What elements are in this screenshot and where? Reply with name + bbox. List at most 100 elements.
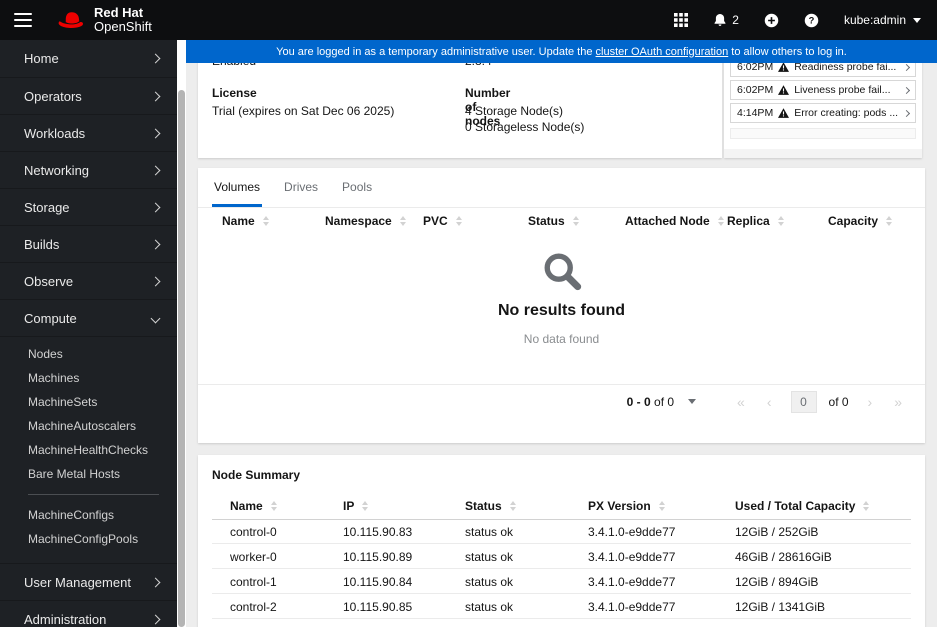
subnav-label: MachineAutoscalers [28, 419, 137, 433]
sidebar-item-machinehealthchecks[interactable]: MachineHealthChecks [0, 438, 177, 462]
column-header-ip[interactable]: IP [343, 499, 369, 513]
chevron-right-icon [150, 614, 161, 624]
column-header-status[interactable]: Status [528, 214, 579, 228]
app-launcher-icon[interactable] [674, 13, 689, 27]
svg-text:?: ? [809, 15, 815, 25]
sidebar-item-machineconfigpools[interactable]: MachineConfigPools [0, 527, 177, 551]
user-menu[interactable]: kube:admin [844, 13, 921, 27]
cell-capacity: 12GiB / 894GiB [735, 575, 819, 589]
column-header-attached-node[interactable]: Attached Node [625, 214, 724, 228]
alert-time: 4:14PM [737, 107, 774, 119]
sidebar-item-compute[interactable]: Compute [0, 299, 177, 336]
sidebar-item-machineconfigs[interactable]: MachineConfigs [0, 503, 177, 527]
cell-ip: 10.115.90.85 [343, 600, 413, 614]
sidebar-item-workloads[interactable]: Workloads [0, 114, 177, 151]
table-row: control-2 10.115.90.85 status ok 3.4.1.0… [198, 594, 925, 619]
column-header-status[interactable]: Status [465, 499, 516, 513]
sidebar-item-storage[interactable]: Storage [0, 188, 177, 225]
last-page-button[interactable]: » [887, 394, 909, 410]
sort-icon [658, 501, 665, 511]
column-header-name[interactable]: Name [230, 499, 277, 513]
subnav-label: MachineSets [28, 395, 98, 409]
column-header-namespace[interactable]: Namespace [325, 214, 406, 228]
column-label: Replica [727, 214, 770, 228]
empty-state: No results found No data found [198, 248, 925, 346]
sort-icon [886, 216, 893, 226]
redhat-openshift-logo[interactable]: Red Hat OpenShift [56, 6, 152, 33]
sidebar-scrollbar[interactable] [177, 40, 186, 627]
sidebar-item-networking[interactable]: Networking [0, 151, 177, 188]
help-icon[interactable]: ? [804, 13, 819, 28]
alert-row[interactable]: 6:02PM Liveness probe fail... [730, 80, 916, 100]
cell-status: status ok [465, 550, 514, 564]
sort-icon [777, 216, 784, 226]
column-header-pvc[interactable]: PVC [423, 214, 462, 228]
chevron-right-icon [150, 202, 161, 212]
masthead: Red Hat OpenShift 2 ? kube:admin [0, 0, 937, 40]
sidebar-item-administration[interactable]: Administration [0, 600, 177, 627]
pagination-range-of: of 0 [654, 394, 675, 409]
warning-triangle-icon [778, 108, 790, 118]
sort-icon [717, 216, 724, 226]
tab-pools[interactable]: Pools [340, 180, 374, 207]
pagination-page-of: of 0 [828, 394, 849, 409]
per-page-dropdown-icon[interactable] [688, 399, 697, 404]
hamburger-menu-icon[interactable] [14, 13, 32, 27]
cell-name: control-1 [230, 575, 277, 589]
next-page-button[interactable]: › [861, 394, 880, 410]
sort-icon [509, 501, 516, 511]
sidebar-item-bare-metal-hosts[interactable]: Bare Metal Hosts [0, 462, 177, 486]
sort-icon [262, 216, 269, 226]
sidebar-item-machinesets[interactable]: MachineSets [0, 390, 177, 414]
sidebar-item-operators[interactable]: Operators [0, 77, 177, 114]
sidebar-item-observe[interactable]: Observe [0, 262, 177, 299]
alert-row[interactable]: 4:14PM Error creating: pods ... [730, 103, 916, 123]
main-content: You are logged in as a temporary adminis… [186, 40, 937, 627]
tab-drives[interactable]: Drives [282, 180, 320, 207]
sort-icon [455, 216, 462, 226]
column-label: Namespace [325, 214, 392, 228]
banner-text-before: You are logged in as a temporary adminis… [276, 45, 596, 58]
sidebar-item-label: Administration [24, 611, 107, 627]
cell-status: status ok [465, 600, 514, 614]
sidebar-item-nodes[interactable]: Nodes [0, 342, 177, 366]
alert-message: Error creating: pods ... [794, 107, 899, 119]
column-header-used-total-capacity[interactable]: Used / Total Capacity [735, 499, 870, 513]
empty-state-title: No results found [497, 302, 626, 319]
cell-px-version: 3.4.1.0-e9dde77 [588, 525, 676, 539]
chevron-right-icon [902, 86, 911, 94]
tab-volumes[interactable]: Volumes [212, 180, 263, 207]
current-page-input[interactable] [790, 390, 817, 413]
sidebar-item-machineautoscalers[interactable]: MachineAutoscalers [0, 414, 177, 438]
sidebar-item-builds[interactable]: Builds [0, 225, 177, 262]
previous-page-button[interactable]: ‹ [760, 394, 779, 410]
column-header-capacity[interactable]: Capacity [828, 214, 893, 228]
chevron-right-icon [902, 109, 911, 117]
first-page-button[interactable]: « [730, 394, 752, 410]
chevron-down-icon [913, 17, 921, 23]
chevron-right-icon [150, 276, 161, 286]
sidebar-item-user-management[interactable]: User Management [0, 563, 177, 600]
banner-text-after: to allow others to log in. [728, 45, 847, 58]
column-label: IP [343, 499, 355, 513]
redhat-fedora-icon [56, 10, 86, 31]
column-label: Attached Node [625, 214, 710, 228]
cell-px-version: 3.4.1.0-e9dde77 [588, 600, 676, 614]
sidebar-item-machines[interactable]: Machines [0, 366, 177, 390]
column-header-name[interactable]: Name [222, 214, 269, 228]
column-header-px-version[interactable]: PX Version [588, 499, 665, 513]
column-header-replica[interactable]: Replica [727, 214, 784, 228]
oauth-configuration-link[interactable]: cluster OAuth configuration [596, 46, 729, 58]
cell-capacity: 12GiB / 252GiB [735, 525, 819, 539]
column-label: PVC [423, 214, 448, 228]
cell-name: control-2 [230, 600, 277, 614]
add-plus-icon[interactable] [764, 13, 779, 28]
notifications-bell-icon[interactable]: 2 [713, 13, 739, 27]
sidebar-item-home[interactable]: Home [0, 40, 177, 77]
scrollbar-thumb[interactable] [178, 90, 185, 627]
tabs: Volumes Drives Pools [198, 168, 925, 208]
cell-ip: 10.115.90.89 [343, 550, 413, 564]
sort-icon [863, 501, 870, 511]
cell-status: status ok [465, 525, 514, 539]
sidebar-item-label: Builds [24, 236, 60, 252]
